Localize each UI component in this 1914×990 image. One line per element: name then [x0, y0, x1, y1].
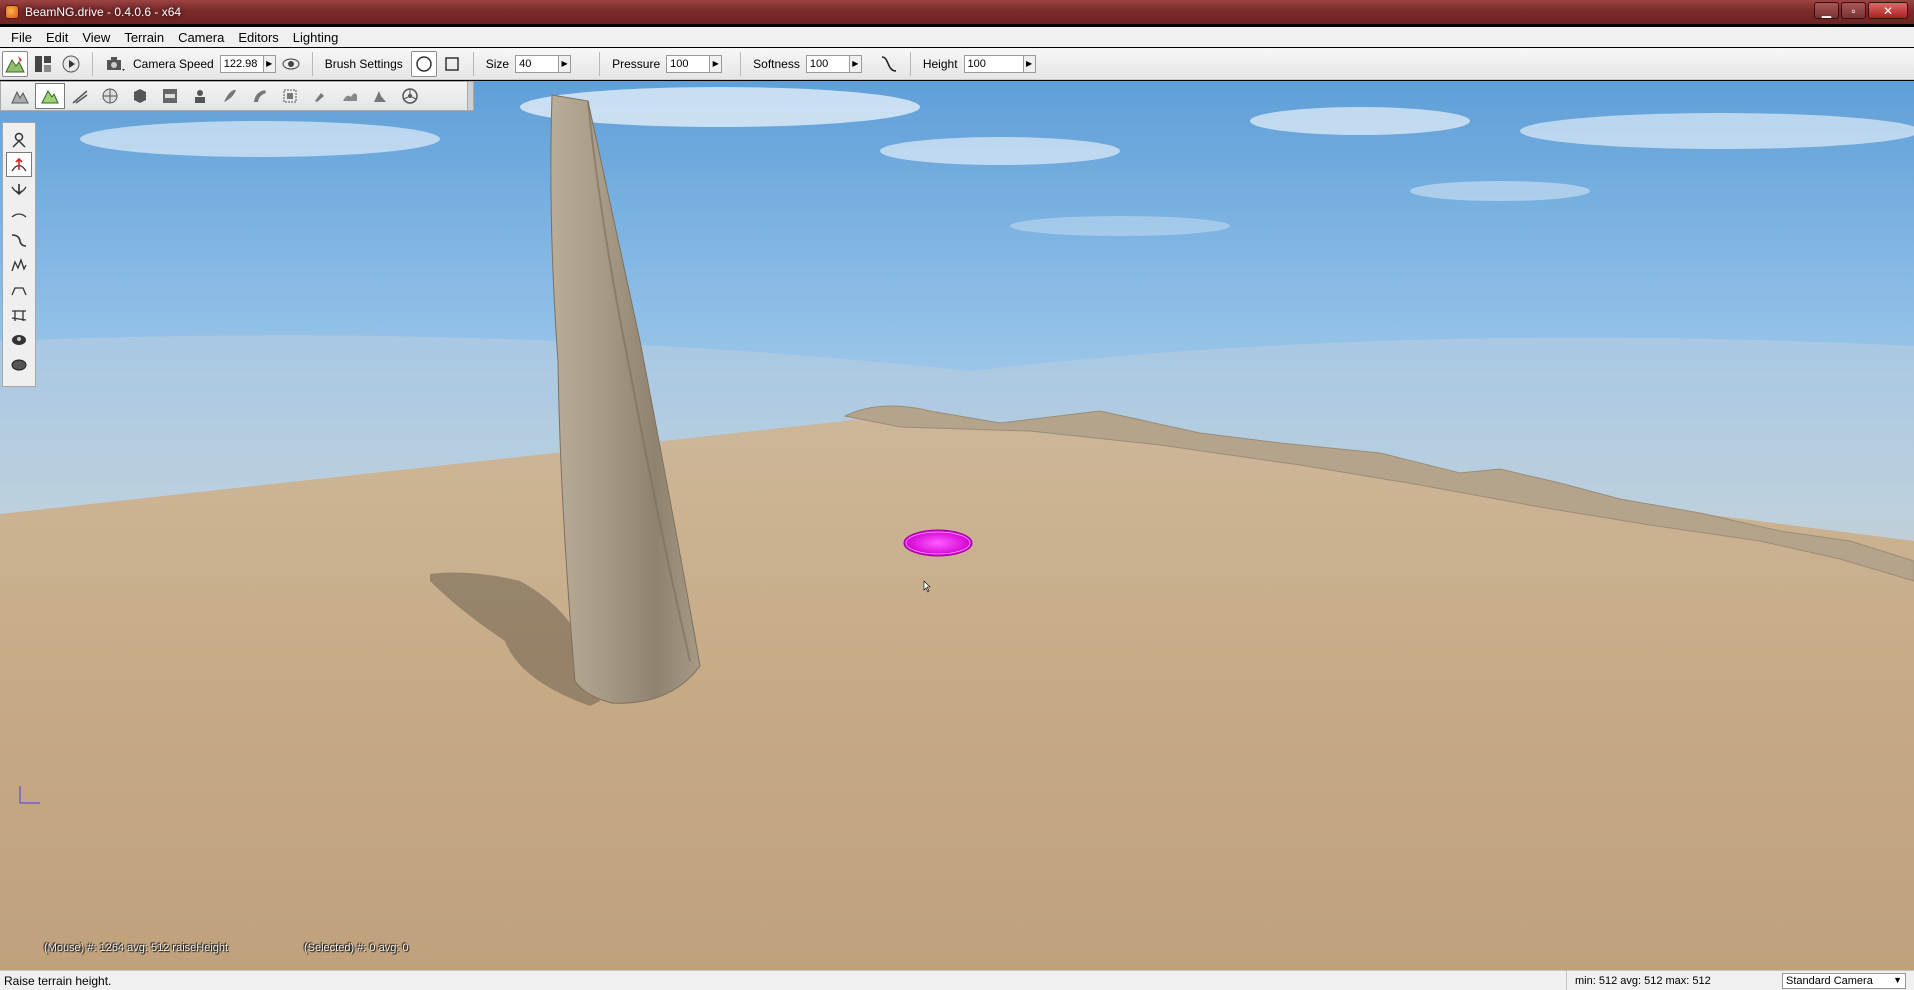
menu-bar: File Edit View Terrain Camera Editors Li…: [0, 27, 1914, 47]
size-arrow-icon[interactable]: ▶: [559, 54, 572, 73]
shore-icon[interactable]: [335, 83, 365, 109]
set-empty-icon[interactable]: [6, 327, 32, 352]
terrain-tools-bar: [0, 81, 474, 111]
cloud: [1250, 107, 1470, 135]
menu-editors[interactable]: Editors: [231, 30, 285, 45]
set-height-icon[interactable]: [6, 302, 32, 327]
toolbar-separator: [740, 51, 742, 76]
viewport-3d[interactable]: [0, 81, 1914, 970]
smooth-slope-icon[interactable]: [6, 227, 32, 252]
pressure-field[interactable]: 100: [666, 54, 711, 73]
status-message: Raise terrain height.: [4, 973, 112, 988]
square-brush-icon[interactable]: [439, 51, 465, 77]
menu-view[interactable]: View: [75, 30, 117, 45]
chevron-down-icon: ▼: [1893, 974, 1902, 985]
terrain-mode-icon[interactable]: [2, 50, 28, 77]
select-icon[interactable]: [275, 83, 305, 109]
toolbar-separator: [311, 51, 313, 76]
softness-field[interactable]: 100: [805, 54, 850, 73]
camera-speed-arrow-icon[interactable]: ▶: [263, 54, 276, 73]
flatten-icon[interactable]: [6, 277, 32, 302]
height-stats: min: 512 avg: 512 max: 512: [1566, 971, 1766, 990]
size-field[interactable]: 40: [515, 54, 560, 73]
paint-noise-icon[interactable]: [6, 252, 32, 277]
clear-empty-icon[interactable]: [6, 352, 32, 377]
select-tool-icon[interactable]: [6, 127, 32, 152]
title-bar: BeamNG.drive - 0.4.0.6 - x64 ▁ ▫ ✕: [0, 0, 1914, 24]
visibility-eye-icon[interactable]: [278, 51, 304, 77]
paint-icon[interactable]: [305, 83, 335, 109]
menu-lighting[interactable]: Lighting: [286, 30, 346, 45]
window-controls: ▁ ▫ ✕: [1814, 2, 1908, 19]
wheel-icon[interactable]: [395, 83, 425, 109]
softness-arrow-icon[interactable]: ▶: [849, 54, 862, 73]
river-icon[interactable]: [245, 83, 275, 109]
paint-terrain-icon[interactable]: [35, 83, 65, 109]
cloud: [880, 137, 1120, 165]
decal-icon[interactable]: [185, 83, 215, 109]
cube-icon[interactable]: [125, 83, 155, 109]
datablock-icon[interactable]: [155, 83, 185, 109]
height-arrow-icon[interactable]: ▶: [1023, 54, 1036, 73]
toolbar-separator: [909, 51, 911, 76]
pressure-arrow-icon[interactable]: ▶: [710, 54, 723, 73]
play-icon[interactable]: [58, 51, 84, 77]
smooth-height-icon[interactable]: [6, 202, 32, 227]
terrain-editor-icon[interactable]: [5, 83, 35, 109]
selected-info-text: (Selected) #: 0 avg: 0: [304, 942, 409, 954]
minimize-button[interactable]: ▁: [1814, 2, 1839, 19]
status-bar: Raise terrain height. min: 512 avg: 512 …: [0, 970, 1914, 990]
menu-camera[interactable]: Camera: [171, 30, 231, 45]
forest-icon[interactable]: [215, 83, 245, 109]
terrain-brush-palette: [2, 122, 36, 387]
status-spacer: [1766, 971, 1782, 990]
raise-height-icon[interactable]: [6, 152, 32, 177]
window-title: BeamNG.drive - 0.4.0.6 - x64: [25, 5, 182, 19]
cloud: [1520, 113, 1914, 149]
brush-settings-label: Brush Settings: [324, 56, 403, 71]
terrain-scene: [0, 87, 1914, 970]
camera-speed-field[interactable]: 122.98: [219, 54, 264, 73]
camera-mode-value: Standard Camera: [1786, 974, 1873, 987]
camera-icon[interactable]: [103, 51, 129, 77]
menu-edit[interactable]: Edit: [39, 30, 75, 45]
height-field[interactable]: 100: [963, 54, 1024, 73]
lower-height-icon[interactable]: [6, 177, 32, 202]
mouse-info-text: (Mouse) #: 1264 avg: 512 raiseHeight: [44, 942, 229, 954]
globe-icon[interactable]: [95, 83, 125, 109]
height-label: Height: [922, 56, 958, 71]
main-toolbar: Camera Speed 122.98 ▶ Brush Settings Siz…: [0, 48, 1914, 80]
brush-cursor: [903, 529, 973, 557]
menu-file[interactable]: File: [4, 30, 39, 45]
layout-icon[interactable]: [30, 51, 56, 77]
menu-terrain[interactable]: Terrain: [117, 30, 171, 45]
camera-mode-select[interactable]: Standard Camera ▼: [1782, 972, 1906, 989]
cloud: [80, 121, 440, 157]
cloud: [1010, 216, 1230, 236]
camera-speed-label: Camera Speed: [133, 56, 214, 71]
pressure-label: Pressure: [612, 56, 661, 71]
app-icon: [5, 5, 19, 19]
close-button[interactable]: ✕: [1868, 2, 1908, 19]
cloud: [1410, 181, 1590, 201]
softness-label: Softness: [753, 56, 800, 71]
toolbar-grip[interactable]: [467, 82, 473, 110]
softness-curve-icon[interactable]: [876, 51, 902, 77]
circle-brush-icon[interactable]: [410, 50, 437, 77]
deform-icon[interactable]: [365, 83, 395, 109]
toolbar-separator: [599, 51, 601, 76]
maximize-button[interactable]: ▫: [1841, 2, 1866, 19]
toolbar-separator: [472, 51, 474, 76]
road-icon[interactable]: [65, 83, 95, 109]
size-label: Size: [485, 56, 510, 71]
toolbar-separator: [92, 51, 93, 76]
